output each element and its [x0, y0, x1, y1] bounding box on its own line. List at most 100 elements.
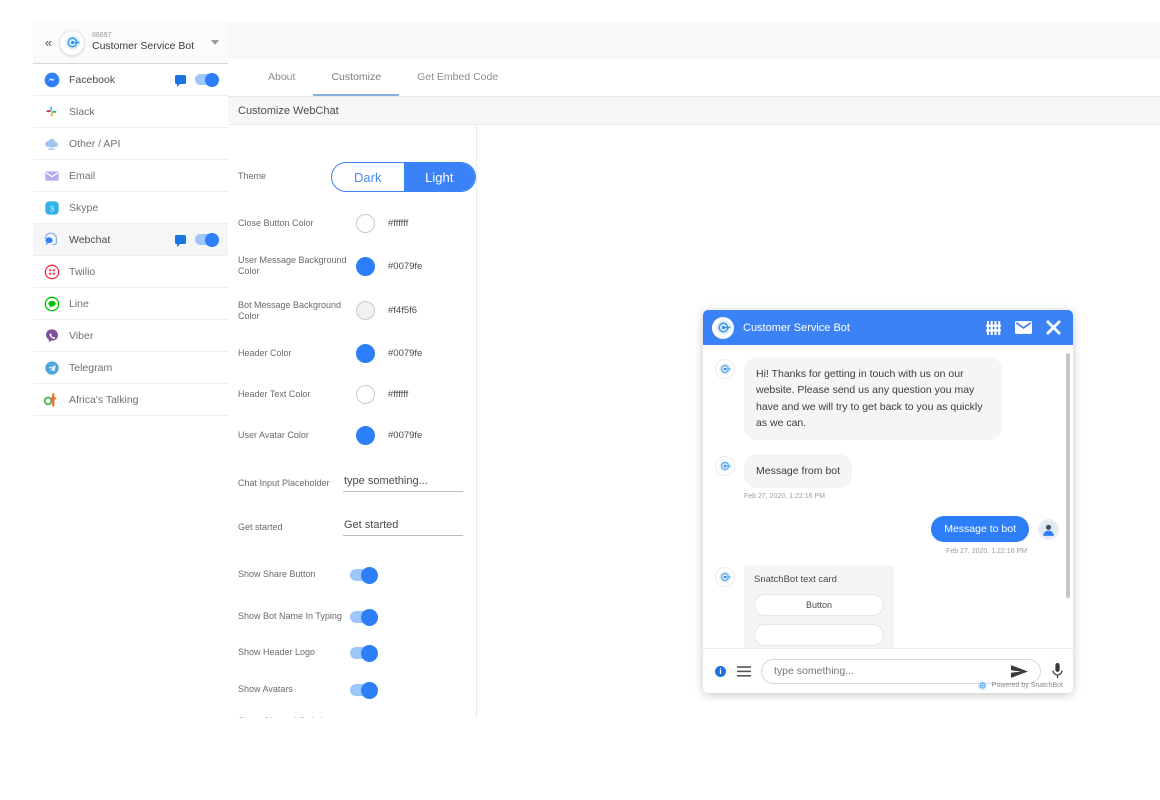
chevron-down-icon[interactable]: [211, 40, 219, 45]
sidebar-item-label: Line: [69, 297, 89, 310]
card-button[interactable]: Button: [754, 594, 884, 617]
snatchbot-logo-icon: [977, 680, 987, 691]
twilio-icon: [43, 263, 60, 280]
widget-message-list[interactable]: Hi! Thanks for getting in touch with us …: [703, 345, 1073, 648]
tab-get-embed-code[interactable]: Get Embed Code: [399, 59, 516, 96]
show-share-button-toggle[interactable]: [350, 566, 378, 584]
close-icon[interactable]: [1046, 320, 1061, 335]
theme-segmented-control[interactable]: Dark Light: [331, 162, 476, 192]
sidebar-item-telegram[interactable]: Telegram: [33, 352, 228, 384]
chat-input[interactable]: [774, 665, 1011, 677]
color-swatch[interactable]: [356, 256, 375, 276]
setting-label: User Avatar Color: [238, 429, 309, 440]
bot-selector[interactable]: « 86697 Customer Service Bot: [33, 22, 228, 64]
show-header-logo-toggle[interactable]: [350, 644, 378, 662]
setting-label: Show Avatars: [238, 684, 293, 695]
sidebar-item-twilio[interactable]: Twilio: [33, 256, 228, 288]
tab-about[interactable]: About: [250, 59, 313, 96]
bot-bubble: Message from bot: [744, 454, 853, 489]
color-value: #0079fe: [388, 260, 423, 272]
setting-bot-message-background-color: Bot Message Background Color #f4f5f6: [238, 300, 476, 323]
setting-header-color: Header Color #0079fe: [238, 344, 476, 363]
bot-bubble: Hi! Thanks for getting in touch with us …: [744, 357, 1002, 441]
setting-label: Close Button Color: [238, 217, 314, 228]
chat-input-placeholder-field[interactable]: [343, 475, 463, 492]
setting-label: Show Share Button: [238, 569, 316, 580]
setting-label: User Message Background Color: [238, 255, 347, 277]
bot-avatar: [59, 29, 85, 56]
show-bot-name-in-typing-toggle[interactable]: [350, 608, 378, 626]
user-avatar-icon: [1038, 518, 1059, 540]
menu-icon[interactable]: [737, 665, 751, 677]
widget-bot-avatar: [712, 316, 734, 339]
setting-user-avatar-color: User Avatar Color #0079fe: [238, 426, 476, 445]
color-swatch[interactable]: [356, 344, 375, 363]
message-list-scrollbar[interactable]: [1066, 353, 1070, 598]
webchat-preview-widget: Customer Service Bot Hi! Thanks for gett…: [703, 310, 1073, 693]
chat-badge-icon: [175, 235, 186, 247]
user-message-timestamp: Feb 27, 2020, 1:22:16 PM: [946, 548, 1027, 556]
setting-label: Get started: [238, 521, 283, 532]
setting-get-started: Get started: [238, 519, 476, 536]
setting-label: Show Channel Switch Buttons As Dropdown: [238, 716, 350, 718]
setting-label: Header Color: [238, 347, 292, 358]
telegram-icon: [43, 359, 60, 376]
color-swatch[interactable]: [356, 301, 375, 321]
viber-icon: [43, 327, 60, 344]
setting-label: Chat Input Placeholder: [238, 477, 330, 488]
slack-icon: [43, 103, 60, 120]
bot-meta: 86697 Customer Service Bot: [92, 32, 211, 52]
color-swatch[interactable]: [356, 214, 375, 233]
sidebar-item-email[interactable]: Email: [33, 160, 228, 192]
sidebar-item-label: Webchat: [69, 233, 111, 246]
sidebar-item-slack[interactable]: Slack: [33, 96, 228, 128]
setting-show-bot-name-in-typing: Show Bot Name In Typing: [238, 606, 476, 628]
theme-option-dark[interactable]: Dark: [332, 163, 403, 191]
setting-theme: Theme Dark Light: [238, 162, 476, 192]
sidebar-item-viber[interactable]: Viber: [33, 320, 228, 352]
widget-title: Customer Service Bot: [743, 321, 850, 334]
sidebar-item-line[interactable]: Line: [33, 288, 228, 320]
sidebar-item-label: Twilio: [69, 265, 96, 278]
powered-by-label: Powered by SnatchBot: [991, 682, 1063, 689]
sidebar-item-facebook[interactable]: Facebook: [33, 64, 228, 96]
setting-show-avatars: Show Avatars: [238, 679, 476, 701]
skype-icon: S: [43, 199, 60, 216]
webchat-toggle[interactable]: [195, 232, 219, 247]
sidebar-item-webchat[interactable]: Webchat: [33, 224, 228, 256]
microphone-icon[interactable]: [1052, 663, 1063, 679]
setting-show-channel-switch-buttons-as-dropdown: Show Channel Switch Buttons As Dropdown: [238, 716, 476, 718]
show-avatars-toggle[interactable]: [350, 681, 378, 699]
bot-avatar-icon: [715, 359, 735, 379]
sidebar-item-label: Slack: [69, 105, 95, 118]
get-started-field[interactable]: [343, 519, 463, 536]
snatchbot-logo-icon: [64, 35, 80, 50]
send-icon[interactable]: [1011, 664, 1028, 678]
collapse-sidebar-icon[interactable]: «: [39, 35, 57, 50]
tab-customize[interactable]: Customize: [313, 59, 400, 96]
message-greeting: Hi! Thanks for getting in touch with us …: [715, 357, 1059, 441]
facebook-messenger-icon: [43, 71, 60, 88]
facebook-toggle[interactable]: [195, 72, 219, 87]
setting-show-share-button: Show Share Button: [238, 564, 476, 586]
color-swatch[interactable]: [356, 426, 375, 445]
sidebar-item-africas-talking[interactable]: Africa's Talking: [33, 384, 228, 416]
setting-label: Show Bot Name In Typing: [238, 611, 342, 622]
info-icon[interactable]: i: [715, 665, 726, 677]
envelope-icon[interactable]: [1015, 321, 1032, 334]
top-toolbar: [228, 22, 1160, 59]
sidebar-item-other-api[interactable]: Other / API: [33, 128, 228, 160]
card-button-partial[interactable]: [754, 624, 884, 647]
color-value: #f4f5f6: [388, 305, 418, 317]
setting-label: Theme: [238, 171, 267, 182]
grid-icon[interactable]: [986, 320, 1001, 335]
sidebar-item-skype[interactable]: S Skype: [33, 192, 228, 224]
color-swatch[interactable]: [356, 385, 375, 404]
bot-avatar-icon: [715, 567, 735, 588]
setting-header-text-color: Header Text Color #ffffff: [238, 385, 476, 404]
theme-option-light[interactable]: Light: [403, 163, 475, 191]
sidebar-item-label: Viber: [69, 329, 94, 342]
sidebar-item-label: Skype: [69, 201, 99, 214]
setting-close-button-color: Close Button Color #ffffff: [238, 214, 476, 233]
setting-chat-input-placeholder: Chat Input Placeholder: [238, 475, 476, 492]
